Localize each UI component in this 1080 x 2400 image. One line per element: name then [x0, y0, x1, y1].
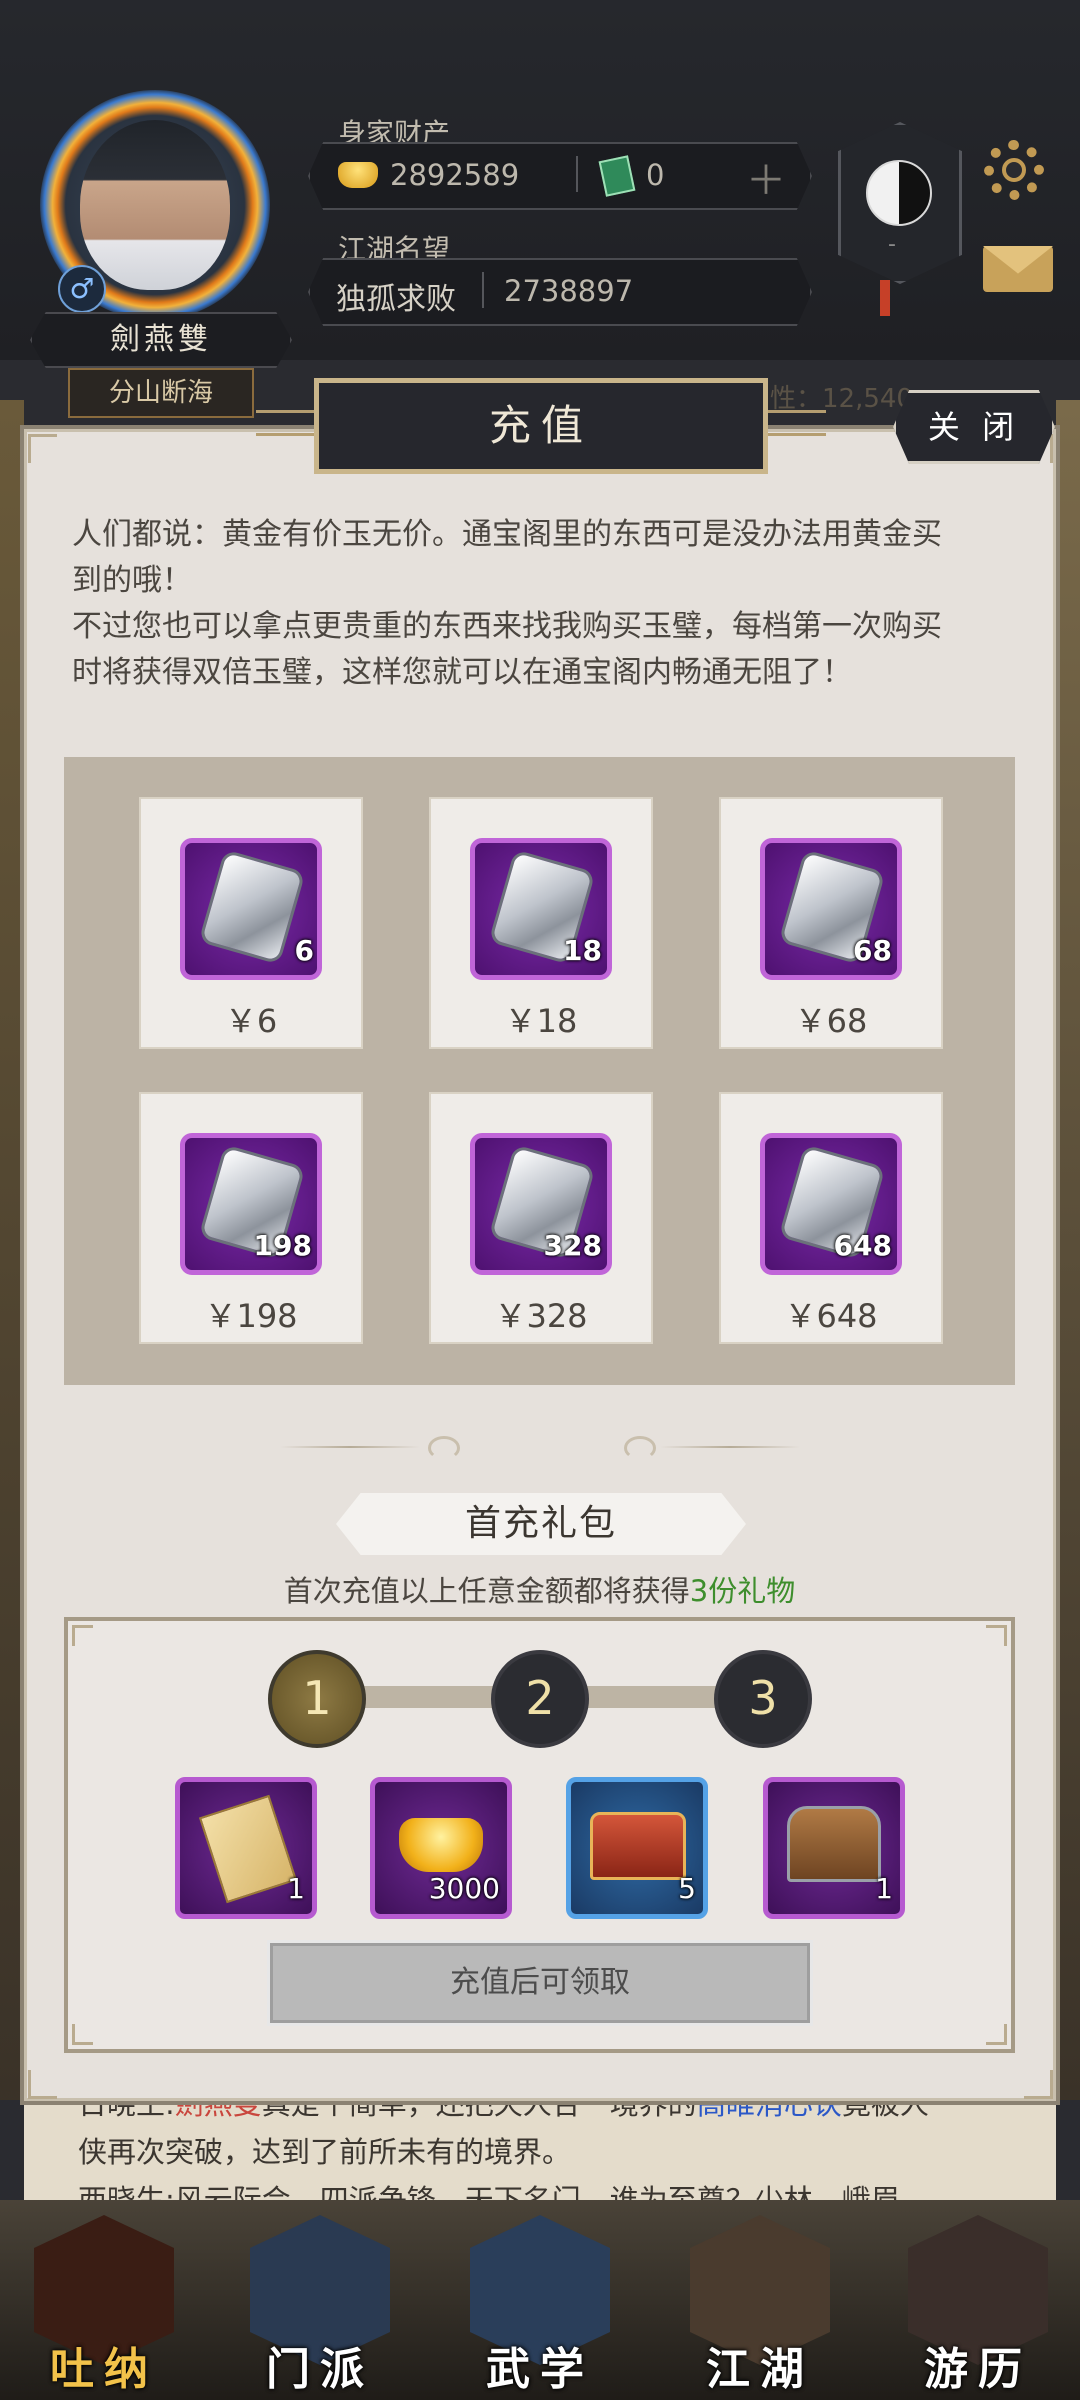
- gift-step-2[interactable]: 2: [491, 1650, 589, 1748]
- divider-ornament: [280, 1446, 420, 1448]
- corner-ornament: [28, 2070, 57, 2099]
- corner-ornament: [986, 2024, 1007, 2045]
- description-text: 首次充值以上任意金额都将获得: [283, 1574, 690, 1608]
- intro-line: 人们都说：黄金有价玉无价。通宝阁里的东西可是没办法用黄金买: [72, 517, 942, 552]
- item-count: 1: [875, 1872, 893, 1905]
- male-gender-icon: ♂: [58, 265, 106, 313]
- price-label: ￥198: [204, 1297, 298, 1335]
- corner-ornament: [72, 2024, 93, 2045]
- wooden-chest-icon: [787, 1806, 881, 1882]
- intro-line: 到的哦！: [72, 563, 192, 598]
- news-text: 侠再次突破，达到了前所未有的境界。: [78, 2135, 572, 2169]
- player-name: 劍燕雙: [30, 312, 292, 368]
- reputation-title: 独孤求败: [336, 282, 456, 317]
- price-label: ￥6: [224, 1002, 278, 1040]
- nav-item-jianghu[interactable]: 江湖: [670, 2333, 850, 2397]
- corner-ornament: [28, 434, 57, 463]
- item-count: 3000: [428, 1872, 500, 1905]
- title-ornament: [256, 410, 316, 436]
- jade-count: 198: [253, 1229, 312, 1262]
- jade-count: 648: [833, 1229, 892, 1262]
- nav-item-travel[interactable]: 游历: [888, 2333, 1068, 2397]
- intro-line: 不过您也可以拿点更贵重的东西来找我购买玉璧，每档第一次购买: [72, 609, 942, 644]
- gift-step-1[interactable]: 1: [268, 1650, 366, 1748]
- intro-text: 人们都说：黄金有价玉无价。通宝阁里的东西可是没办法用黄金买 到的哦！ 不过您也可…: [72, 512, 1002, 696]
- item-count: 1: [287, 1872, 305, 1905]
- first-charge-description: 首次充值以上任意金额都将获得3份礼物: [64, 1568, 1015, 1610]
- player-title: 分山断海: [68, 368, 254, 418]
- divider-ornament: [660, 1446, 800, 1448]
- assets-bar: [308, 142, 812, 210]
- divider: [576, 156, 578, 192]
- jade-count: 68: [853, 934, 892, 967]
- corner-ornament: [986, 1625, 1007, 1646]
- reputation-value: 2738897: [504, 274, 634, 308]
- title-ornament: [766, 410, 826, 436]
- gear-icon-center: [1002, 158, 1026, 182]
- corner-ornament: [1024, 2070, 1053, 2099]
- gift-step-3[interactable]: 3: [714, 1650, 812, 1748]
- red-treasure-chest-icon: [590, 1812, 686, 1880]
- jade-count: 6: [294, 934, 314, 967]
- price-label: ￥328: [494, 1297, 588, 1335]
- nav-item-sect[interactable]: 门派: [230, 2333, 410, 2397]
- price-label: ￥648: [784, 1297, 878, 1335]
- avatar[interactable]: [80, 120, 230, 290]
- dialog-title: 充值: [314, 378, 768, 474]
- corner-ornament: [72, 1625, 93, 1646]
- intro-line: 时将获得双倍玉璧，这样您就可以在通宝阁内畅通无阻了！: [72, 655, 852, 690]
- taiji-status: -: [888, 232, 896, 257]
- gold-amount: 2892589: [390, 158, 520, 192]
- divider-ornament: [428, 1436, 460, 1460]
- price-label: ￥68: [794, 1002, 868, 1040]
- close-button[interactable]: 关 闭: [893, 390, 1055, 464]
- taiji-icon: [866, 160, 932, 226]
- tassel-decoration: [880, 280, 890, 316]
- price-label: ￥18: [504, 1002, 578, 1040]
- nav-item-breathing[interactable]: 吐纳: [14, 2333, 194, 2397]
- divider-ornament: [624, 1436, 656, 1460]
- item-count: 5: [678, 1872, 696, 1905]
- first-charge-title: 首充礼包: [336, 1493, 746, 1555]
- nav-item-martial-arts[interactable]: 武学: [450, 2333, 630, 2397]
- claim-button[interactable]: 充值后可领取: [270, 1943, 810, 2023]
- divider: [482, 272, 484, 308]
- jade-amount: 0: [646, 158, 665, 192]
- plus-icon[interactable]: ＋: [746, 148, 786, 206]
- gold-ingot-icon: [399, 1818, 483, 1872]
- jade-count: 328: [543, 1229, 602, 1262]
- gift-count-highlight: 3份礼物: [689, 1574, 796, 1608]
- jade-count: 18: [563, 934, 602, 967]
- gold-ingot-icon: [338, 162, 378, 188]
